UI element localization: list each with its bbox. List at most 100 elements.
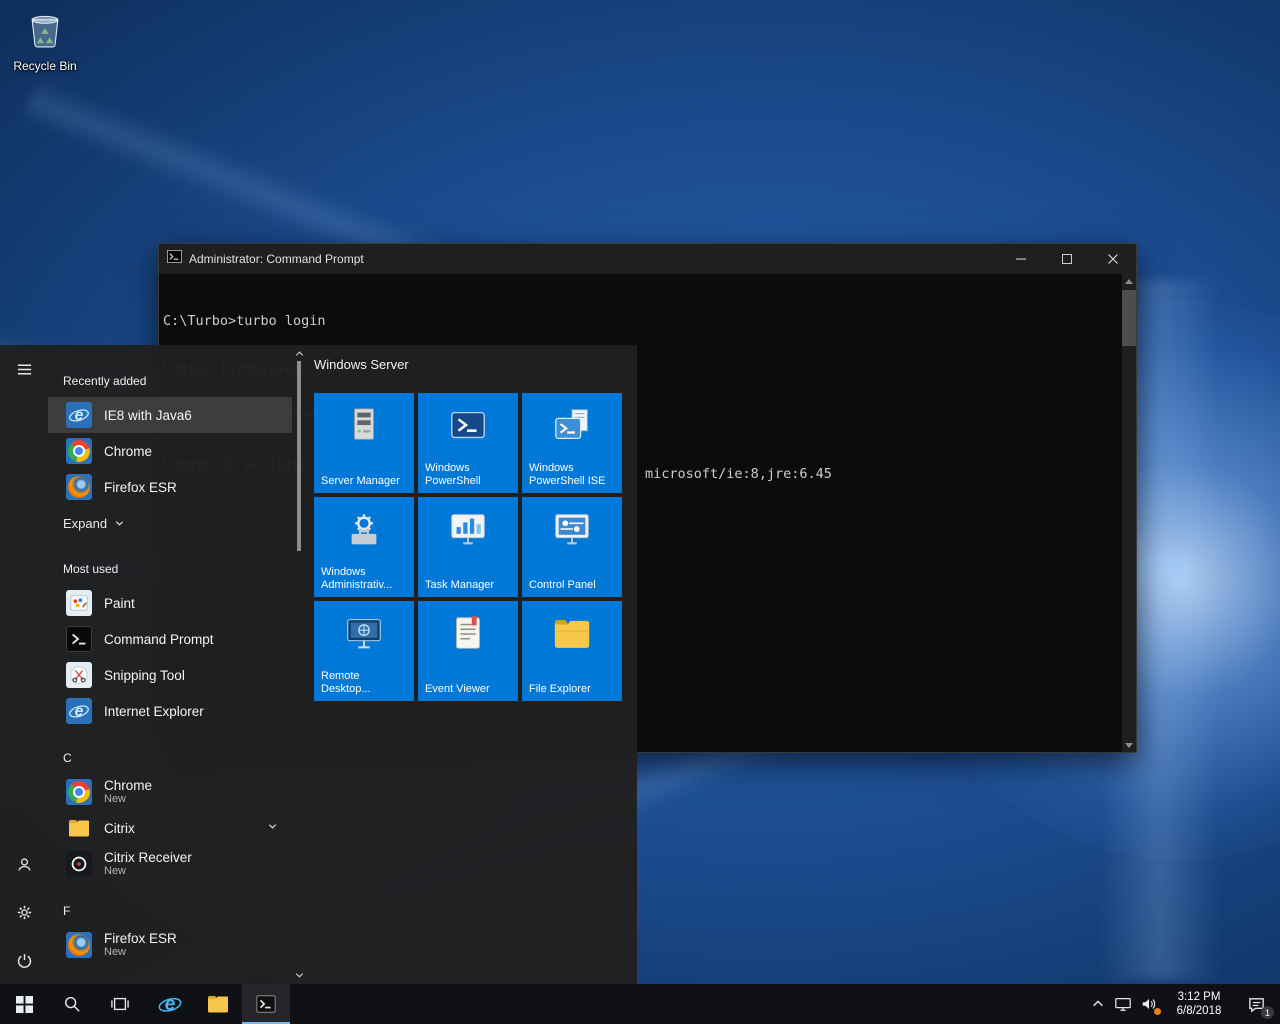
start-button[interactable] xyxy=(0,984,48,1024)
tile-file-explorer[interactable]: File Explorer xyxy=(522,601,622,701)
server-manager-icon xyxy=(314,405,414,447)
powershell-icon xyxy=(418,405,518,447)
app-list-section-header: I xyxy=(48,963,292,984)
start-app-list: Recently added e IE8 with Java6 Chrome F… xyxy=(48,345,292,984)
tile-windows-powershell-ise[interactable]: Windows PowerShell ISE xyxy=(522,393,622,493)
chevron-down-icon xyxy=(114,518,125,529)
tile-server-manager[interactable]: Server Manager xyxy=(314,393,414,493)
app-list-scrollbar[interactable] xyxy=(292,345,306,984)
powershell-ise-icon xyxy=(522,405,622,447)
svg-text:e: e xyxy=(165,994,176,1015)
tile-control-panel[interactable]: Control Panel xyxy=(522,497,622,597)
start-tiles-pane: Windows Server Server Manager Windows Po… xyxy=(306,345,637,984)
app-item-snipping-tool[interactable]: Snipping Tool xyxy=(48,657,292,693)
gear-icon xyxy=(16,904,33,921)
command-prompt-icon xyxy=(66,626,92,652)
control-panel-icon xyxy=(522,509,622,551)
clock-date: 6/8/2018 xyxy=(1177,1004,1222,1018)
app-list-section-header: F xyxy=(48,882,292,927)
cmd-output-fragment: microsoft/ie:8,jre:6.45 xyxy=(645,466,832,482)
tray-show-hidden-icons[interactable] xyxy=(1086,984,1110,1024)
app-item-citrix-folder[interactable]: Citrix xyxy=(48,810,292,846)
expand-button[interactable]: Expand xyxy=(48,505,292,541)
desktop: Recycle Bin Administrator: Command Promp… xyxy=(0,0,1280,1024)
recycle-bin-label: Recycle Bin xyxy=(6,59,84,73)
tile-remote-desktop[interactable]: Remote Desktop... xyxy=(314,601,414,701)
taskbar-clock[interactable]: 3:12 PM 6/8/2018 xyxy=(1162,984,1236,1024)
power-button[interactable] xyxy=(0,936,48,984)
app-item-paint[interactable]: Paint xyxy=(48,585,292,621)
folder-icon xyxy=(66,815,92,841)
cmd-scrollbar-thumb[interactable] xyxy=(1122,290,1136,346)
citrix-receiver-icon xyxy=(66,851,92,877)
new-badge: New xyxy=(104,865,192,878)
app-item-firefox-esr[interactable]: Firefox ESR xyxy=(48,469,292,505)
chevron-down-icon[interactable] xyxy=(267,819,278,837)
taskbar-file-explorer[interactable] xyxy=(194,984,242,1024)
network-icon xyxy=(1114,995,1132,1013)
hamburger-menu-button[interactable] xyxy=(0,345,48,393)
app-item-firefox-esr-new[interactable]: Firefox ESR New xyxy=(48,927,292,963)
user-account-button[interactable] xyxy=(0,840,48,888)
taskbar-command-prompt[interactable] xyxy=(242,984,290,1024)
cmd-window-icon xyxy=(167,249,182,269)
app-item-chrome[interactable]: Chrome xyxy=(48,433,292,469)
taskbar-internet-explorer[interactable]: e xyxy=(146,984,194,1024)
chrome-icon xyxy=(66,438,92,464)
internet-explorer-icon: e xyxy=(66,402,92,428)
close-icon xyxy=(1108,254,1118,264)
remote-desktop-icon xyxy=(314,613,414,655)
close-button[interactable] xyxy=(1090,244,1136,274)
tile-task-manager[interactable]: Task Manager xyxy=(418,497,518,597)
hamburger-icon xyxy=(16,361,33,378)
taskbar: e 3:12 PM 6/8/2018 1 xyxy=(0,984,1280,1024)
recycle-bin-icon xyxy=(23,39,67,56)
scroll-down-icon[interactable] xyxy=(293,970,305,981)
settings-button[interactable] xyxy=(0,888,48,936)
tile-windows-powershell[interactable]: Windows PowerShell xyxy=(418,393,518,493)
taskbar-search-button[interactable] xyxy=(48,984,96,1024)
tile-grid: Server Manager Windows PowerShell Window… xyxy=(314,393,622,701)
cmd-line: C:\Turbo>turbo login xyxy=(163,313,1122,329)
chrome-icon xyxy=(66,779,92,805)
app-list-section-header: C xyxy=(48,729,292,774)
new-badge: New xyxy=(104,946,177,959)
app-list-section-header: Recently added xyxy=(48,345,292,397)
firefox-icon xyxy=(66,932,92,958)
maximize-button[interactable] xyxy=(1044,244,1090,274)
task-manager-icon xyxy=(418,509,518,551)
app-item-ie8-with-java6[interactable]: e IE8 with Java6 xyxy=(48,397,292,433)
app-list-scrollbar-thumb[interactable] xyxy=(297,361,301,551)
scroll-up-icon[interactable] xyxy=(293,348,305,359)
app-item-chrome-new[interactable]: Chrome New xyxy=(48,774,292,810)
internet-explorer-icon: e xyxy=(158,992,182,1016)
cmd-titlebar[interactable]: Administrator: Command Prompt xyxy=(159,244,1136,274)
volume-status-dot xyxy=(1154,1008,1161,1015)
window-controls xyxy=(998,244,1136,274)
app-list-section-header: Most used xyxy=(48,541,292,585)
search-icon xyxy=(63,995,81,1013)
minimize-button[interactable] xyxy=(998,244,1044,274)
recycle-bin[interactable]: Recycle Bin xyxy=(6,6,84,73)
task-view-button[interactable] xyxy=(96,984,144,1024)
event-viewer-icon xyxy=(418,613,518,655)
paint-icon xyxy=(66,590,92,616)
tile-event-viewer[interactable]: Event Viewer xyxy=(418,601,518,701)
tray-volume[interactable] xyxy=(1136,984,1162,1024)
system-tray: 3:12 PM 6/8/2018 1 xyxy=(1086,984,1280,1024)
tray-network[interactable] xyxy=(1110,984,1136,1024)
app-item-command-prompt[interactable]: Command Prompt xyxy=(48,621,292,657)
app-item-citrix-receiver[interactable]: Citrix Receiver New xyxy=(48,846,292,882)
scroll-down-icon[interactable] xyxy=(1122,738,1136,752)
action-center-button[interactable]: 1 xyxy=(1236,984,1276,1024)
start-menu: Recently added e IE8 with Java6 Chrome F… xyxy=(0,345,637,984)
scroll-up-icon[interactable] xyxy=(1122,274,1136,288)
command-prompt-icon xyxy=(255,993,277,1015)
admin-tools-icon xyxy=(314,509,414,551)
window-title: Administrator: Command Prompt xyxy=(189,252,364,266)
app-item-internet-explorer[interactable]: e Internet Explorer xyxy=(48,693,292,729)
minimize-icon xyxy=(1016,254,1026,264)
cmd-scrollbar[interactable] xyxy=(1122,274,1136,752)
tile-windows-administrative-tools[interactable]: Windows Administrativ... xyxy=(314,497,414,597)
power-icon xyxy=(16,952,33,969)
